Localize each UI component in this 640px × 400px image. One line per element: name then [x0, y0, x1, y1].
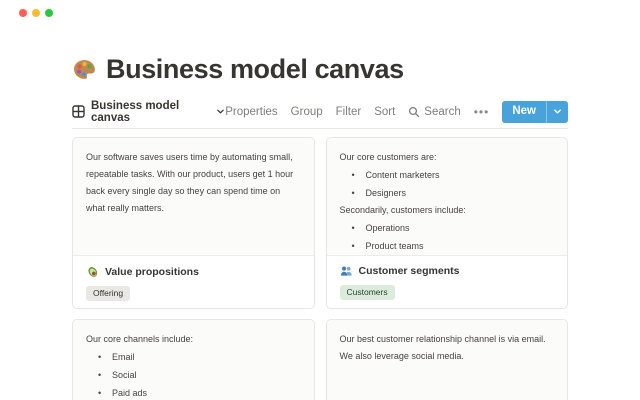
- card-preview-list-item: Product teams: [340, 237, 555, 255]
- minimize-window-button[interactable]: [32, 9, 40, 17]
- card-preview-text: Secondarily, customers include:: [339, 205, 466, 215]
- card-customer-segments[interactable]: Our core customers are: Content marketer…: [325, 137, 568, 309]
- properties-button[interactable]: Properties: [225, 106, 277, 118]
- card-preview-list-item: Paid ads: [86, 384, 301, 400]
- close-window-button[interactable]: [19, 9, 27, 17]
- page-title: Business model canvas: [106, 54, 404, 84]
- card-preview-text: Our software saves users time by automat…: [86, 152, 294, 213]
- board-grid: Our software saves users time by automat…: [72, 137, 568, 400]
- card-preview-text: Our best customer relationship channel i…: [339, 334, 546, 361]
- group-button[interactable]: Group: [291, 106, 323, 118]
- chevron-down-icon: [553, 107, 562, 116]
- new-dropdown-button[interactable]: [546, 100, 568, 123]
- card-preview: Our software saves users time by automat…: [73, 138, 314, 255]
- people-icon: [340, 265, 353, 277]
- card-preview-text: Our core customers are:: [339, 152, 437, 162]
- toolbar-divider: [72, 128, 568, 129]
- card-preview-list-item: Content marketers: [340, 166, 555, 184]
- window-controls: [19, 9, 53, 17]
- chevron-down-icon: [216, 107, 225, 116]
- sort-button[interactable]: Sort: [374, 106, 395, 118]
- card-title: Value propositions: [105, 265, 199, 278]
- card-customer-relationships[interactable]: Our best customer relationship channel i…: [325, 319, 568, 400]
- database-toolbar: Business model canvas Properties Group F…: [72, 100, 568, 124]
- search-button[interactable]: Search: [408, 105, 461, 118]
- card-preview-list-item: Social: [86, 366, 301, 384]
- card-title: Customer segments: [358, 265, 460, 277]
- table-view-icon: [72, 105, 85, 118]
- palette-icon: [72, 57, 97, 82]
- card-preview: Our core channels include: Email Social …: [73, 320, 314, 400]
- more-options-button[interactable]: •••: [474, 105, 490, 119]
- card-value-propositions[interactable]: Our software saves users time by automat…: [72, 137, 315, 309]
- card-preview: Our core customers are: Content marketer…: [326, 138, 567, 255]
- search-icon: [408, 106, 420, 118]
- tag-offering: Offering: [86, 286, 131, 301]
- search-label: Search: [424, 105, 461, 118]
- filter-button[interactable]: Filter: [336, 106, 362, 118]
- tag-customers: Customers: [339, 285, 395, 300]
- new-button[interactable]: New: [502, 100, 568, 123]
- card-preview-list-item: Operations: [340, 219, 555, 237]
- card-preview-text: Our core channels include:: [86, 334, 194, 344]
- avocado-icon: [86, 265, 99, 278]
- view-switcher[interactable]: Business model canvas: [72, 100, 225, 124]
- card-channels[interactable]: Our core channels include: Email Social …: [72, 319, 315, 400]
- card-preview: Our best customer relationship channel i…: [326, 320, 567, 400]
- new-button-label[interactable]: New: [502, 101, 546, 123]
- card-preview-list-item: Email: [86, 348, 301, 366]
- card-footer: Customer segments Customers: [326, 256, 567, 308]
- view-switcher-label: Business model canvas: [91, 99, 180, 124]
- zoom-window-button[interactable]: [45, 9, 53, 17]
- page-header: Business model canvas: [72, 54, 568, 85]
- card-footer: Value propositions Offering: [73, 256, 314, 308]
- card-preview-list-item: Designers: [340, 184, 555, 202]
